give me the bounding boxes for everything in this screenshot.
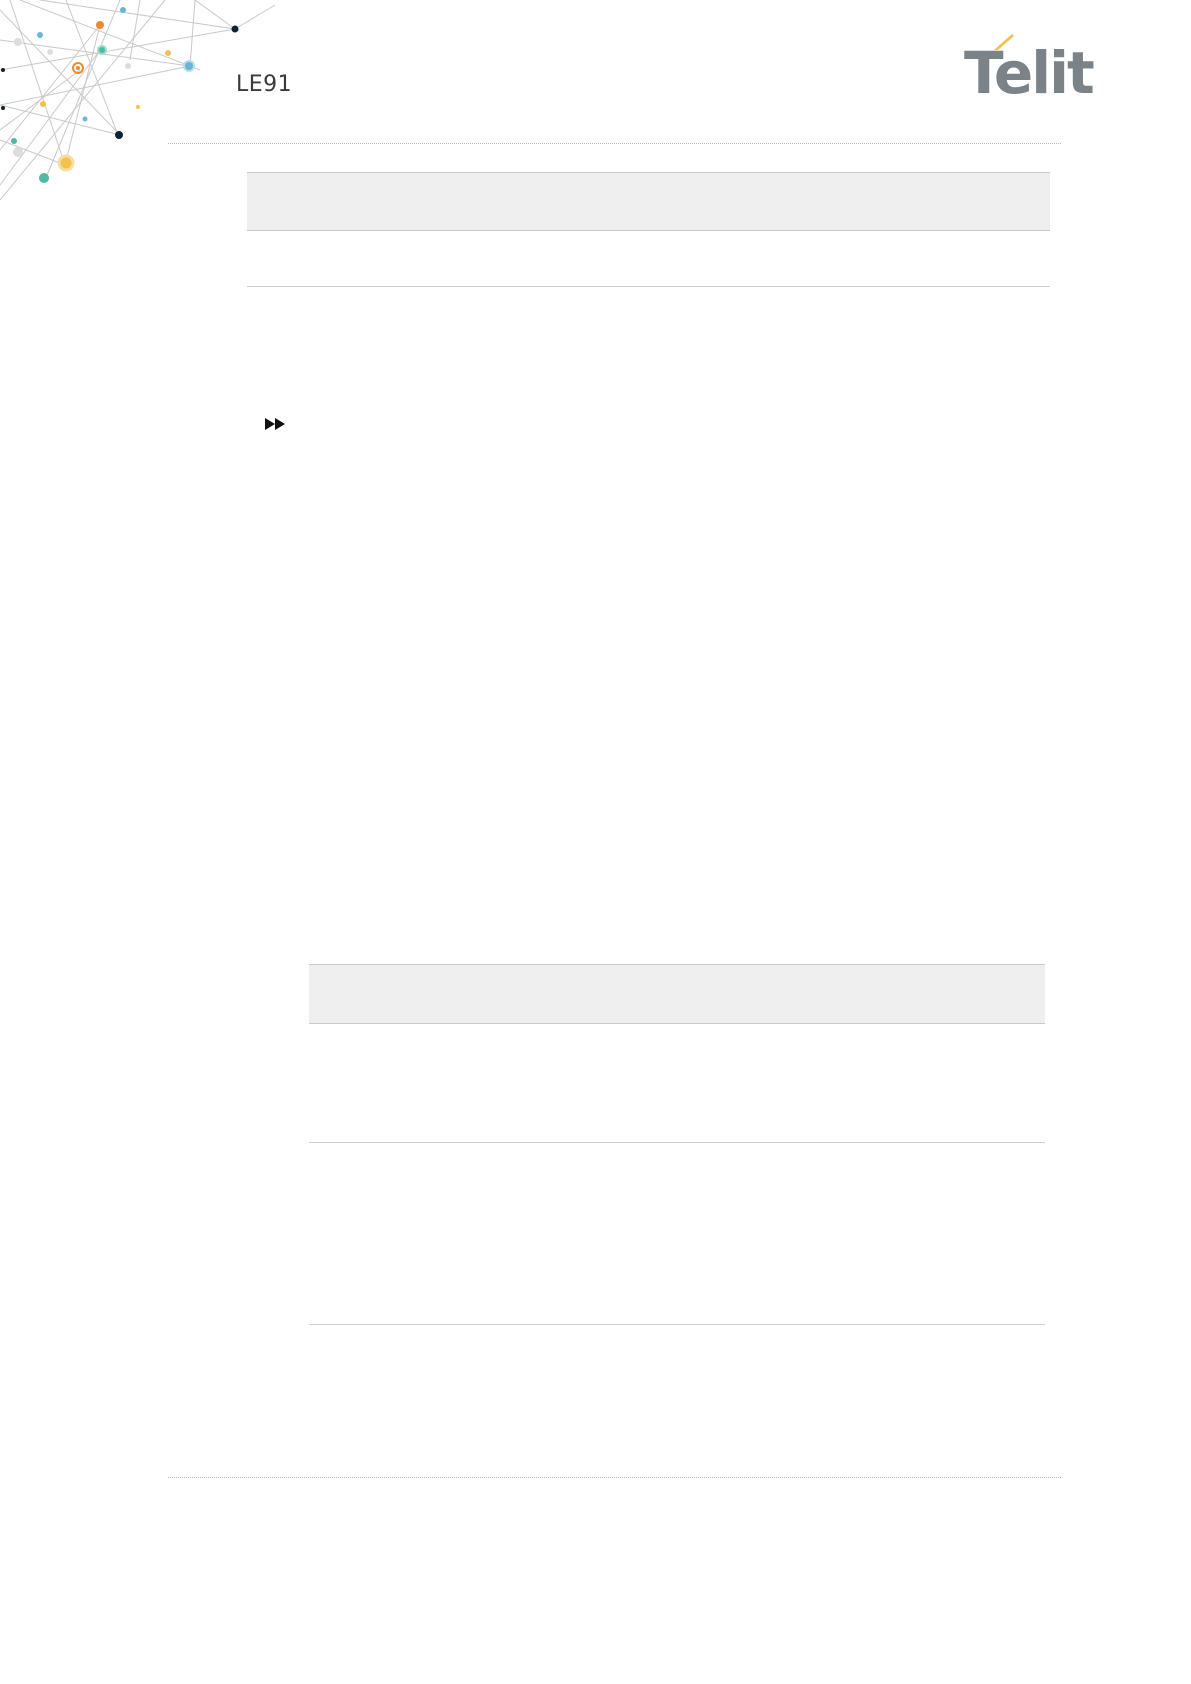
brand-logo-text: Telit — [964, 39, 1095, 107]
brand-logo: Telit — [962, 28, 1095, 107]
table-2-row-divider — [309, 1324, 1045, 1325]
table-1-header-row — [247, 172, 1050, 231]
table-2-row-divider — [309, 1142, 1045, 1143]
header-divider — [168, 143, 1061, 144]
footer-divider — [168, 1477, 1061, 1478]
table-1-row-divider — [247, 286, 1050, 287]
model-name: LE91 — [236, 72, 293, 97]
fast-forward-icon — [265, 418, 285, 430]
table-2-header-row — [309, 964, 1045, 1024]
